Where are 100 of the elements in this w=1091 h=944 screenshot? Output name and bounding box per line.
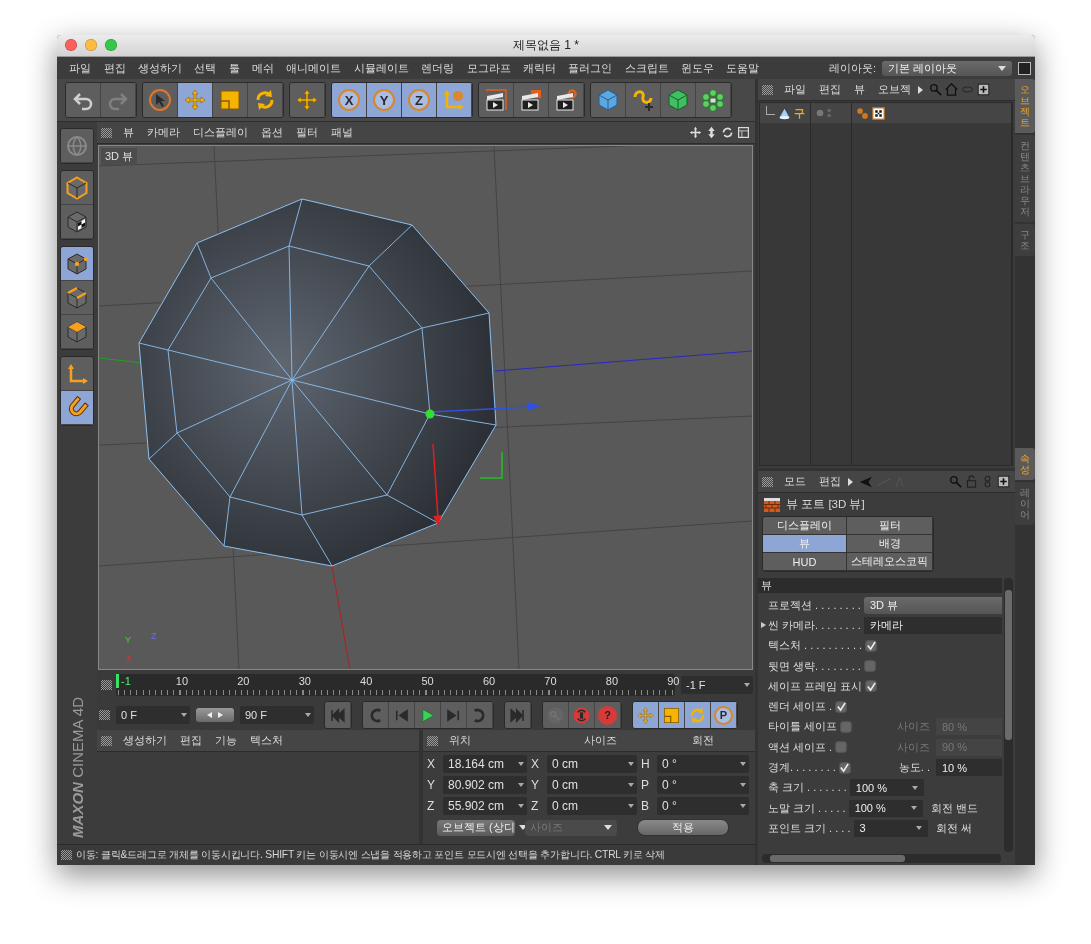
number-field[interactable]: 3 (853, 819, 928, 837)
grip-handle[interactable] (101, 680, 112, 690)
vertical-scrollbar[interactable] (1004, 578, 1013, 852)
menu-item[interactable]: 텍스처 (244, 733, 289, 748)
zoom-button[interactable] (105, 39, 117, 51)
checker-tag-icon[interactable] (872, 106, 885, 120)
menu-item[interactable]: 편집 (174, 733, 208, 748)
menu-item[interactable]: 생성하기 (117, 733, 173, 748)
object-row[interactable]: 구 (760, 103, 810, 123)
menu-item[interactable]: 옵션 (255, 125, 289, 140)
tab[interactable]: 스테레오스코픽 (847, 553, 933, 571)
menu-item[interactable]: 뷰 (848, 82, 871, 97)
number-field[interactable]: 100 % (849, 779, 924, 797)
menu-item[interactable]: 파일 (778, 82, 812, 97)
menu-item[interactable]: 패널 (325, 125, 359, 140)
menu-item[interactable]: 애니메이트 (280, 60, 348, 76)
tab[interactable]: 디스플레이 (763, 517, 847, 535)
menu-item[interactable]: 캐릭터 (516, 60, 563, 76)
coordinate-field[interactable]: 0 cm (547, 755, 637, 773)
start-frame-field[interactable]: 0 F (116, 706, 190, 724)
checkbox[interactable] (863, 660, 876, 673)
coordinate-field[interactable]: 0 ° (657, 797, 749, 815)
checkbox[interactable] (835, 700, 848, 713)
spinner-icon[interactable] (740, 804, 746, 808)
add-icon[interactable] (977, 83, 990, 96)
number-field[interactable]: 10 % (936, 759, 1002, 776)
checkbox[interactable] (840, 720, 853, 733)
grip-handle[interactable] (101, 127, 112, 138)
menu-item[interactable]: 파일 (63, 60, 98, 76)
menu-item[interactable]: 툴 (222, 60, 246, 76)
side-tab[interactable]: 속성 (1015, 448, 1035, 480)
tool-button[interactable] (479, 83, 514, 117)
spinner-icon[interactable] (628, 783, 634, 787)
grip-handle[interactable] (101, 735, 112, 746)
menu-item[interactable]: 모그라프 (460, 60, 517, 76)
spinner-icon[interactable] (915, 826, 922, 831)
frame-step-button[interactable] (196, 708, 234, 722)
layout-icon[interactable] (1018, 61, 1031, 75)
coordinate-field[interactable]: 80.902 cm (443, 776, 527, 794)
checkbox[interactable] (865, 639, 878, 652)
grip-handle[interactable] (61, 850, 72, 860)
menu-item[interactable]: 생성하기 (131, 60, 189, 76)
layout-dropdown[interactable]: 기본 레이아웃 (882, 60, 1012, 76)
move-icon[interactable] (689, 126, 702, 139)
grip-handle[interactable] (427, 735, 438, 746)
expand-arrow-icon[interactable] (761, 622, 766, 629)
spinner-icon[interactable] (740, 762, 746, 766)
spinner-icon[interactable] (518, 762, 524, 766)
grip-handle[interactable] (99, 710, 110, 720)
spinner-icon[interactable] (744, 683, 750, 687)
viewport[interactable]: 3D 뷰 Y Z X (98, 145, 753, 670)
parameter-button[interactable]: P (711, 702, 737, 728)
menu-item[interactable]: 편집 (813, 474, 847, 489)
side-tab[interactable]: 오브젝트 (1015, 79, 1035, 133)
end-frame-field[interactable]: 90 F (240, 706, 314, 724)
tool-button[interactable] (66, 83, 101, 117)
menu-item[interactable]: 오브젝 (872, 82, 917, 97)
spinner-icon[interactable] (911, 785, 918, 790)
frame-field[interactable]: -1 F (681, 676, 753, 694)
coordinate-field[interactable]: 0 cm (547, 797, 637, 815)
menu-item[interactable]: 모드 (778, 474, 812, 489)
axis-lock-button[interactable]: Z (402, 83, 437, 117)
menu-item[interactable]: 플러그인 (562, 60, 619, 76)
link-field[interactable]: 카메라 (863, 616, 1002, 634)
menu-item[interactable]: 편집 (97, 60, 132, 76)
move-gizmo-drawing[interactable] (425, 402, 541, 526)
menu-item[interactable]: 뷰 (117, 125, 140, 140)
axis-lock-button[interactable]: X (332, 83, 367, 117)
more-arrow-icon[interactable] (918, 85, 923, 94)
menu-item[interactable]: 윈도우 (674, 60, 721, 76)
spinner-icon[interactable] (910, 806, 917, 811)
grip-handle[interactable] (762, 84, 773, 95)
checkbox[interactable] (838, 761, 851, 774)
menu-item[interactable]: 메쉬 (245, 60, 281, 76)
menu-item[interactable]: 필터 (290, 125, 324, 140)
maximize-icon[interactable] (737, 126, 750, 139)
rotate-icon[interactable] (721, 126, 734, 139)
close-button[interactable] (65, 39, 77, 51)
spinner-icon[interactable] (181, 713, 187, 717)
axis-lock-button[interactable]: Y (367, 83, 402, 117)
spinner-icon[interactable] (628, 804, 634, 808)
apply-button[interactable]: 적용 (637, 819, 729, 836)
coordinate-field[interactable]: 0 ° (657, 755, 749, 773)
menu-item[interactable]: 디스플레이 (187, 125, 254, 140)
menu-item[interactable]: 스크립트 (618, 60, 675, 76)
more-arrow-icon[interactable] (848, 477, 853, 486)
menu-item[interactable]: 렌더링 (415, 60, 461, 76)
menu-item[interactable]: 편집 (813, 82, 847, 97)
sphere-mesh-drawing[interactable] (138, 198, 497, 567)
grip-handle[interactable] (762, 476, 773, 487)
coordinate-field[interactable]: 0 ° (657, 776, 749, 794)
horizontal-scrollbar[interactable] (762, 854, 1001, 863)
menu-item[interactable]: 카메라 (141, 125, 186, 140)
spinner-icon[interactable] (518, 783, 524, 787)
checkbox[interactable] (865, 680, 878, 693)
coordinate-field[interactable]: 0 cm (547, 776, 637, 794)
menu-item[interactable]: 기능 (209, 733, 243, 748)
number-field[interactable]: 100 % (848, 799, 923, 817)
menu-item[interactable]: 선택 (188, 60, 223, 76)
tab[interactable]: 필터 (847, 517, 933, 535)
